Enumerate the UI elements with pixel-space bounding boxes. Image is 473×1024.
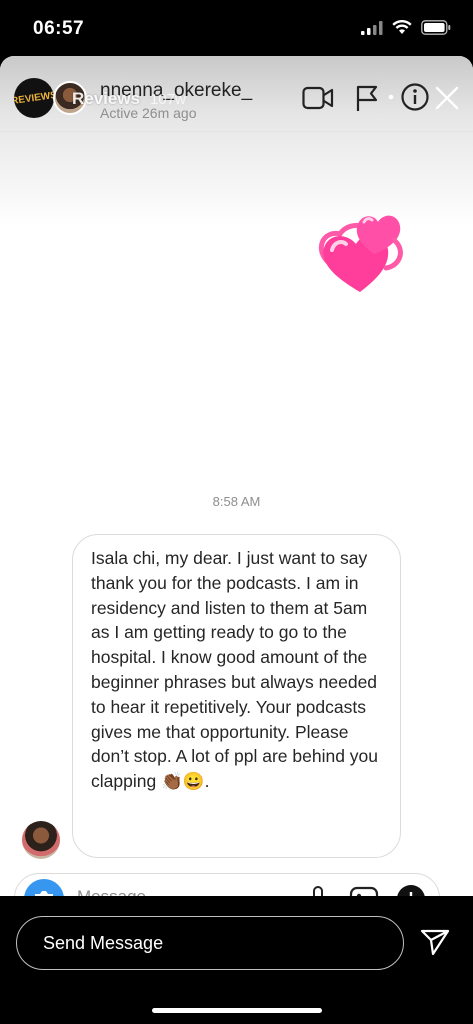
flag-icon[interactable] — [355, 85, 379, 112]
image-icon[interactable] — [349, 886, 379, 896]
story-avatar[interactable]: REVIEWS — [14, 78, 54, 118]
message-timestamp: 8:58 AM — [212, 494, 261, 509]
send-icon[interactable] — [420, 928, 450, 956]
camera-button[interactable] — [24, 879, 64, 896]
plus-icon[interactable] — [396, 884, 426, 896]
wifi-icon — [392, 20, 412, 34]
battery-icon — [421, 20, 451, 35]
message-input[interactable]: Message... — [77, 887, 160, 896]
send-message-placeholder: Send Message — [43, 933, 164, 953]
message-bubble[interactable]: Isala chi, my dear. I just want to say t… — [72, 534, 401, 858]
story-card: REVIEWS nnenna_okereke_ Reviews 107w Act… — [0, 56, 473, 896]
thread-active-status: Active 26m ago — [100, 105, 197, 121]
camera-icon — [35, 891, 53, 896]
status-icons — [361, 20, 451, 35]
status-time: 06:57 — [33, 18, 85, 39]
mic-icon[interactable] — [311, 886, 325, 896]
message-composer[interactable]: Message... — [14, 873, 440, 896]
send-message-input[interactable]: Send Message — [16, 916, 404, 970]
story-avatar-logo: REVIEWS — [14, 89, 54, 107]
status-bar: 06:57 — [0, 0, 473, 58]
message-text: Isala chi, my dear. I just want to say t… — [91, 548, 383, 792]
story-header: REVIEWS nnenna_okereke_ Reviews 107w Act… — [0, 56, 473, 136]
sender-avatar[interactable] — [22, 821, 60, 859]
video-call-icon[interactable] — [302, 86, 334, 110]
close-icon[interactable] — [435, 86, 459, 110]
home-indicator[interactable] — [152, 1008, 322, 1013]
info-icon[interactable] — [387, 82, 429, 112]
header-divider — [0, 131, 473, 132]
two-hearts-icon — [318, 215, 403, 292]
cellular-signal-icon — [361, 20, 383, 35]
